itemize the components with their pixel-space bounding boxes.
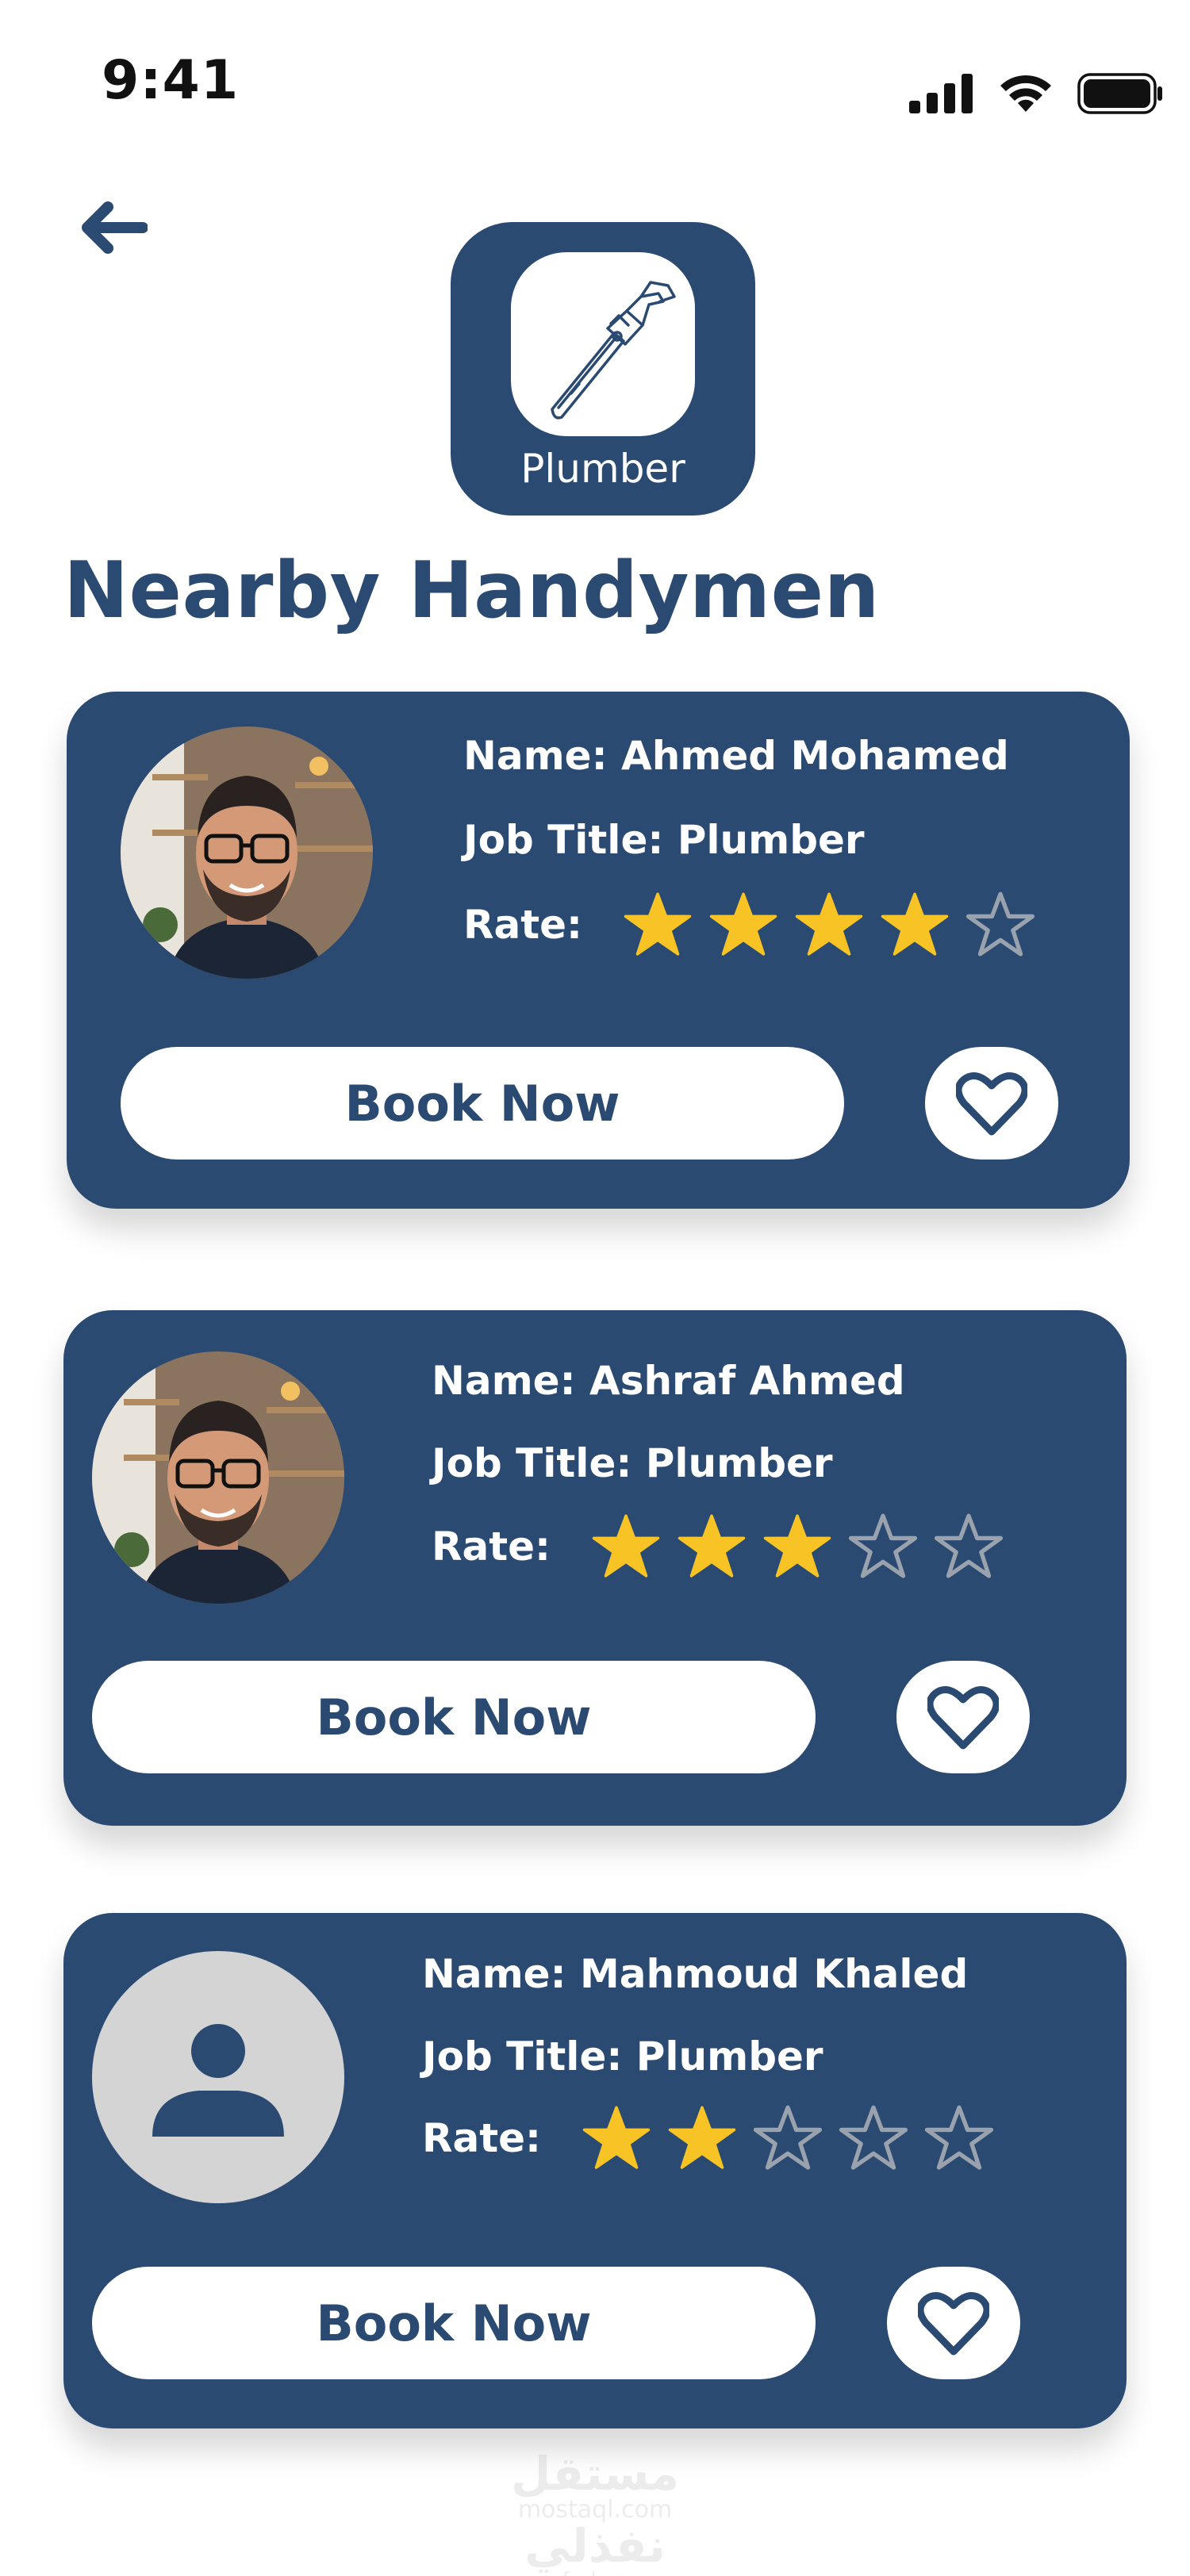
rate-label: Rate:	[463, 902, 583, 948]
handyman-name: Name: Mahmoud Khaled	[422, 1951, 969, 1997]
book-now-button[interactable]: Book Now	[92, 2267, 816, 2379]
star-filled-icon	[592, 1514, 660, 1577]
category-tile[interactable]: Plumber	[451, 222, 755, 516]
star-empty-icon	[753, 2105, 823, 2170]
handyman-job-title: Job Title: Plumber	[463, 817, 865, 863]
star-empty-icon	[848, 1513, 918, 1578]
star-empty-icon	[934, 1513, 1004, 1578]
star-filled-icon	[678, 1514, 746, 1577]
star-empty-icon	[965, 891, 1035, 956]
watermark-line: nafezly.com	[476, 2569, 714, 2576]
star-filled-icon	[668, 2106, 736, 2169]
star-empty-icon	[924, 2105, 994, 2170]
page-title: Nearby Handymen	[63, 546, 880, 636]
avatar-placeholder	[92, 1951, 344, 2203]
arrow-left-icon	[82, 201, 148, 254]
rating-row: Rate:	[463, 890, 1036, 960]
watermark-logo: مستقل mostaql.com نفذلي nafezly.com	[476, 2447, 714, 2576]
book-now-button[interactable]: Book Now	[92, 1661, 816, 1773]
handyman-job-title: Job Title: Plumber	[422, 2034, 823, 2080]
wifi-icon	[1000, 75, 1051, 112]
handyman-name: Name: Ahmed Mohamed	[463, 733, 1009, 779]
star-filled-icon	[881, 892, 949, 956]
book-now-button[interactable]: Book Now	[121, 1047, 844, 1160]
status-bar: 9:41	[0, 0, 1190, 159]
handyman-card: Name: Ahmed Mohamed Job Title: Plumber R…	[67, 692, 1130, 1209]
heart-icon	[918, 2292, 989, 2356]
favorite-button[interactable]	[896, 1661, 1030, 1773]
back-button[interactable]	[68, 184, 155, 271]
heart-icon	[956, 1072, 1027, 1136]
star-empty-icon	[839, 2105, 908, 2170]
avatar	[92, 1351, 344, 1604]
wrench-icon	[551, 281, 676, 420]
star-filled-icon	[795, 892, 863, 956]
handyman-job-title: Job Title: Plumber	[432, 1440, 833, 1486]
battery-icon	[1077, 73, 1162, 114]
star-filled-icon	[763, 1514, 831, 1577]
favorite-button[interactable]	[925, 1047, 1058, 1160]
watermark-line: نفذلي	[524, 2519, 666, 2573]
handyman-card: Name: Mahmoud Khaled Job Title: Plumber …	[63, 1913, 1127, 2428]
star-rating	[581, 2103, 995, 2173]
rate-label: Rate:	[422, 2115, 542, 2161]
watermark-line: مستقل	[510, 2447, 680, 2501]
rating-row: Rate:	[432, 1512, 1004, 1581]
favorite-button[interactable]	[887, 2267, 1020, 2379]
rating-row: Rate:	[422, 2103, 995, 2173]
category-icon-box	[511, 252, 695, 436]
handyman-name: Name: Ashraf Ahmed	[432, 1358, 905, 1404]
category-label: Plumber	[520, 446, 685, 492]
status-time: 9:41	[102, 49, 240, 112]
status-icons	[909, 70, 1163, 117]
user-icon	[152, 2024, 284, 2137]
handyman-card: Name: Ashraf Ahmed Job Title: Plumber Ra…	[63, 1310, 1127, 1826]
star-rating	[622, 890, 1036, 960]
star-rating	[590, 1512, 1004, 1581]
rate-label: Rate:	[432, 1524, 551, 1570]
star-filled-icon	[624, 892, 692, 956]
star-filled-icon	[582, 2106, 651, 2169]
signal-icon	[909, 74, 973, 113]
heart-icon	[927, 1686, 999, 1750]
avatar	[121, 726, 373, 979]
star-filled-icon	[709, 892, 777, 956]
